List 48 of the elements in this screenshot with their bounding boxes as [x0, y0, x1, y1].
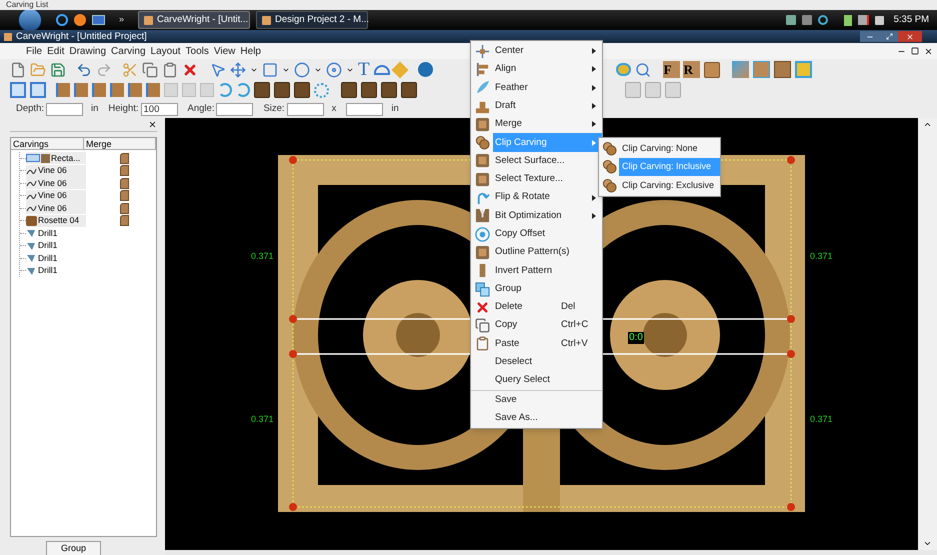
- menu-item-label: Group: [495, 282, 522, 296]
- field-label: Size:: [263, 102, 285, 116]
- menu-item-label: Clip Carving: [495, 136, 548, 150]
- menu-item-label: Delete: [495, 300, 524, 314]
- menu-item-label: Align: [495, 62, 518, 76]
- tree-item-label: Drill1: [38, 226, 58, 240]
- tree-item-label: Vine 06: [38, 176, 67, 190]
- tree-item-label: Vine 06: [38, 164, 67, 178]
- menu-item-label: Outline Pattern(s): [495, 245, 570, 260]
- menu-item-label: Merge: [495, 117, 523, 132]
- unit-label: x: [332, 102, 336, 116]
- dimension-label: 0.371: [251, 250, 274, 263]
- menu-item-label: Draft: [495, 98, 517, 113]
- menu-item-label: Paste: [495, 336, 520, 351]
- menu-item-label: Center: [495, 44, 525, 58]
- field-label: Depth:: [16, 102, 44, 116]
- menu-item-label: Query Select: [495, 373, 551, 388]
- menu-item-label: Copy: [495, 318, 518, 332]
- tree-item-label: Drill1: [38, 252, 58, 265]
- shortcut-label: Ctrl+V: [561, 336, 588, 351]
- menu-item-label: Select Surface...: [495, 154, 565, 168]
- shortcut-label: Ctrl+C: [561, 318, 588, 332]
- panel-title: Carving List: [6, 0, 48, 10]
- origin-label: 0:0: [628, 332, 644, 344]
- dimension-label: 0.371: [810, 250, 833, 263]
- menu-item-label: Bit Optimization: [495, 208, 562, 223]
- menu-item-label: Feather: [495, 80, 529, 95]
- menu-item-label: Save: [495, 392, 518, 407]
- tree-item-label: Recta...: [51, 152, 80, 165]
- dimension-label: 0.371: [810, 413, 833, 426]
- tree-item-label: Vine 06: [38, 189, 67, 202]
- menu-item-label: Save As...: [495, 410, 539, 425]
- field-label: Height:: [108, 102, 139, 116]
- dimension-label: 0.371: [251, 413, 274, 426]
- shortcut-label: Del: [561, 300, 576, 314]
- menu-item-label: Invert Pattern: [495, 264, 554, 278]
- unit-label: in: [391, 102, 399, 116]
- menu-item-label: Copy Offset: [495, 226, 546, 241]
- menu-item-label: Deselect: [495, 355, 533, 370]
- tree-item-label: Rosette 04: [38, 214, 80, 228]
- tree-item-label: Vine 06: [38, 202, 67, 215]
- tree-item-label: Drill1: [38, 239, 58, 252]
- window-title: CarveWright - [Untitled Project]: [16, 32, 147, 42]
- menu-item-label: Flip & Rotate: [495, 190, 551, 204]
- menu-item-label: Select Texture...: [495, 172, 563, 186]
- field-label: Angle:: [188, 102, 214, 116]
- tree-item-label: Drill1: [38, 264, 58, 278]
- unit-label: in: [91, 102, 98, 116]
